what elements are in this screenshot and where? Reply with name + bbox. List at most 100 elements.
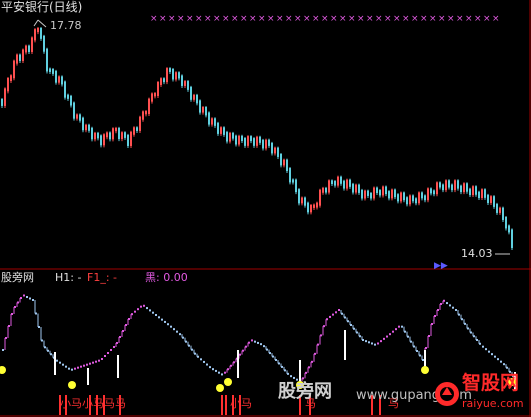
candle-body <box>400 192 402 202</box>
candle-body <box>157 81 159 96</box>
candle-body <box>139 116 141 131</box>
candle-body <box>259 136 261 143</box>
candle-body <box>352 183 354 193</box>
candle-body <box>37 27 39 33</box>
candle-body <box>217 122 219 134</box>
candle-body <box>67 94 69 99</box>
top-marker: × <box>249 14 257 24</box>
candle-body <box>268 139 270 146</box>
candle-body <box>1 99 3 106</box>
candle-body <box>313 204 315 208</box>
candle-body <box>325 187 327 193</box>
logo-text: 智股网 <box>462 372 520 394</box>
candle-body <box>394 189 396 198</box>
candle-body <box>316 202 318 208</box>
top-marker: × <box>384 14 392 24</box>
candle-body <box>478 191 480 199</box>
top-marker: × <box>447 14 455 24</box>
candle-body <box>163 78 165 83</box>
top-marker: × <box>312 14 320 24</box>
candle-body <box>346 179 348 189</box>
candle-body <box>373 187 375 199</box>
candle-body <box>454 180 456 191</box>
indicator-f1-value: F1_: - <box>87 271 117 284</box>
candle-body <box>247 136 249 146</box>
candle-body <box>25 45 27 53</box>
candle-body <box>442 184 444 191</box>
candle-body <box>451 184 453 191</box>
candle-body <box>199 100 201 113</box>
candle-body <box>409 195 411 205</box>
top-marker: × <box>321 14 329 24</box>
candle-body <box>256 136 258 146</box>
candle-body <box>46 48 48 72</box>
top-marker: × <box>195 14 203 24</box>
candle-body <box>472 186 474 196</box>
stock-title: 平安银行(日线) <box>1 0 83 14</box>
candle-body <box>298 189 300 204</box>
candle-body <box>28 45 30 52</box>
kline-canvas[interactable]: × × × × × × × × × × × × × × × × × × × × × × × × × × × × × × × × × × × × × × ×▶… <box>0 0 531 417</box>
candle-body <box>187 81 189 90</box>
candle-body <box>364 190 366 199</box>
top-marker: × <box>339 14 347 24</box>
top-marker: × <box>456 14 464 24</box>
candle-body <box>235 135 237 145</box>
candle-body <box>169 68 171 72</box>
candle-body <box>388 191 390 199</box>
candle-body <box>76 114 78 119</box>
logo-url: raiyue.com <box>462 397 524 410</box>
candle-body <box>487 194 489 203</box>
candle-body <box>370 192 372 199</box>
candle-body <box>337 176 339 186</box>
chart-window[interactable]: × × × × × × × × × × × × × × × × × × × × × × × × × × × × × × × × × × × × × × × ▶… <box>0 0 531 417</box>
candle-body <box>109 132 111 140</box>
candle-body <box>475 186 477 195</box>
candle-body <box>376 187 378 194</box>
top-marker: × <box>204 14 212 24</box>
candle-body <box>430 188 432 194</box>
candle-body <box>91 127 93 140</box>
candle-body <box>412 195 414 202</box>
candle-body <box>121 132 123 140</box>
signal-dot <box>0 366 6 374</box>
candle-body <box>136 127 138 131</box>
top-marker: × <box>429 14 437 24</box>
candle-body <box>145 110 147 115</box>
top-marker: × <box>294 14 302 24</box>
candle-body <box>496 203 498 213</box>
candle-body <box>232 132 234 139</box>
top-marker: × <box>393 14 401 24</box>
candle-body <box>55 70 57 83</box>
candle-body <box>286 159 288 172</box>
top-marker: × <box>240 14 248 24</box>
top-marker: × <box>231 14 239 24</box>
candle-body <box>490 196 492 203</box>
candle-body <box>43 35 45 52</box>
candle-body <box>469 188 471 196</box>
top-marker: × <box>420 14 428 24</box>
candle-body <box>382 186 384 196</box>
candle-body <box>262 139 264 149</box>
indicator-name[interactable]: 股旁网 <box>1 272 34 283</box>
signal-label: 小马 <box>230 397 252 410</box>
candle-body <box>463 183 465 193</box>
candle-body <box>397 194 399 202</box>
candle-body <box>115 127 117 132</box>
candle-body <box>127 134 129 146</box>
candle-body <box>280 153 282 166</box>
candle-body <box>466 183 468 192</box>
candle-body <box>295 179 297 193</box>
signal-label: 小马小马马马 <box>60 397 126 410</box>
candle-body <box>277 147 279 157</box>
candle-body <box>61 76 63 85</box>
candle-body <box>445 180 447 191</box>
top-marker: × <box>267 14 275 24</box>
candle-body <box>358 184 360 193</box>
candle-body <box>481 189 483 199</box>
candle-body <box>220 127 222 134</box>
top-marker: × <box>303 14 311 24</box>
candle-body <box>484 189 486 198</box>
candle-body <box>154 92 156 97</box>
candle-body <box>148 98 150 114</box>
